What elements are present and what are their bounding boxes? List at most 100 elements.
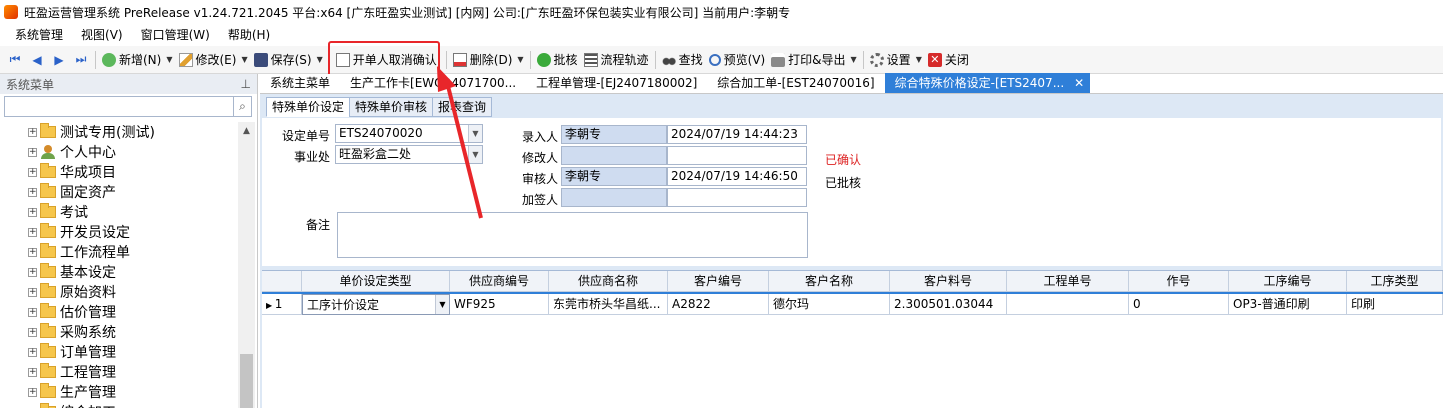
preview-button[interactable]: 预览(V) <box>706 49 769 71</box>
expand-icon[interactable]: + <box>28 167 37 177</box>
grid-column-header[interactable]: 作号 <box>1129 271 1229 292</box>
menu-view[interactable]: 视图(V) <box>72 25 132 45</box>
last-record-icon[interactable]: ⏭ <box>70 49 92 71</box>
modify-user-field[interactable] <box>561 146 667 165</box>
sub-tab[interactable]: 特殊单价审核 <box>349 97 434 117</box>
doc-tab[interactable]: 工程单管理-[EJ2407180002] <box>526 73 707 93</box>
approve-button[interactable]: 批核 <box>534 49 581 71</box>
grid-column-header[interactable] <box>262 271 302 292</box>
print-button[interactable]: 打印&导出 <box>768 49 848 71</box>
audit-time-field[interactable]: 2024/07/19 14:46:50 <box>667 167 807 186</box>
expand-icon[interactable]: + <box>28 307 37 317</box>
grid-column-header[interactable]: 客户名称 <box>769 271 890 292</box>
menu-tree-scrollbar[interactable]: ▲ <box>238 122 255 408</box>
entry-time-field[interactable]: 2024/07/19 14:44:23 <box>667 125 807 144</box>
new-button[interactable]: 新增(N) <box>99 49 164 71</box>
audit-user-field[interactable]: 李朝专 <box>561 167 667 186</box>
grid-cell[interactable]: A2822 <box>668 294 769 315</box>
doc-tab[interactable]: 综合特殊价格设定-[ETS2407... ✕ <box>884 73 1091 93</box>
code-dropdown-icon[interactable]: ▼ <box>468 125 482 142</box>
expand-icon[interactable]: + <box>28 327 37 337</box>
grid-column-header[interactable]: 供应商编号 <box>450 271 549 292</box>
flow-button[interactable]: 流程轨迹 <box>581 49 652 71</box>
grid-column-header[interactable]: 工程单号 <box>1007 271 1129 292</box>
expand-icon[interactable]: + <box>28 207 37 217</box>
expand-icon[interactable]: + <box>28 367 37 377</box>
sidebar-item[interactable]: +综合加工 <box>0 402 238 408</box>
doc-tab[interactable]: 生产工作卡[EWO24071700... <box>340 73 526 93</box>
sub-tab[interactable]: 特殊单价设定 <box>266 97 351 117</box>
save-dropdown-icon[interactable]: ▼ <box>317 55 323 64</box>
sign-user-field[interactable] <box>561 188 667 207</box>
sidebar-item[interactable]: + 华成项目 <box>0 162 238 182</box>
grid-column-header[interactable]: 工序编号 <box>1229 271 1347 292</box>
delete-dropdown-icon[interactable]: ▼ <box>517 55 523 64</box>
find-button[interactable]: 查找 <box>659 49 706 71</box>
first-record-icon[interactable]: ⏮ <box>4 49 26 71</box>
grid-column-header[interactable]: 工序类型 <box>1347 271 1443 292</box>
next-record-icon[interactable]: ▶ <box>48 49 70 71</box>
expand-icon[interactable]: + <box>28 147 37 157</box>
cancel-confirm-button[interactable]: 开单人取消确认 <box>327 40 440 82</box>
pin-icon[interactable]: ⊥ <box>241 77 251 91</box>
scroll-thumb[interactable] <box>240 354 253 408</box>
sidebar-item[interactable]: + 生产管理 <box>0 382 238 402</box>
expand-icon[interactable]: + <box>28 387 37 397</box>
scroll-up-icon[interactable]: ▲ <box>238 122 255 139</box>
sidebar-item[interactable]: + 工程管理 <box>0 362 238 382</box>
sidebar-item[interactable]: + 工作流程单 <box>0 242 238 262</box>
delete-button[interactable]: 删除(D) <box>450 49 516 71</box>
expand-icon[interactable]: + <box>28 247 37 257</box>
grid-column-header[interactable]: 单价设定类型 <box>302 271 450 292</box>
doc-tab[interactable]: 系统主菜单 <box>260 73 340 93</box>
menu-window[interactable]: 窗口管理(W) <box>132 25 219 45</box>
expand-icon[interactable]: + <box>28 227 37 237</box>
sidebar-item[interactable]: + 考试 <box>0 202 238 222</box>
sidebar-item[interactable]: + 固定资产 <box>0 182 238 202</box>
grid-cell[interactable]: WF925 <box>450 294 549 315</box>
dept-field[interactable]: 旺盈彩盒二处 ▼ <box>335 145 483 164</box>
price-type-dropdown-icon[interactable]: ▼ <box>435 295 449 314</box>
sidebar-item[interactable]: + 基本设定 <box>0 262 238 282</box>
edit-dropdown-icon[interactable]: ▼ <box>241 55 247 64</box>
sidebar-item[interactable]: + 开发员设定 <box>0 222 238 242</box>
menu-help[interactable]: 帮助(H) <box>219 25 279 45</box>
prev-record-icon[interactable]: ◀ <box>26 49 48 71</box>
close-button[interactable]: ✕ 关闭 <box>925 49 972 71</box>
search-icon[interactable]: ⌕ <box>233 97 251 116</box>
expand-icon[interactable]: + <box>28 287 37 297</box>
grid-cell[interactable]: 0 <box>1129 294 1229 315</box>
expand-icon[interactable]: + <box>28 347 37 357</box>
grid-column-header[interactable]: 客户编号 <box>668 271 769 292</box>
sidebar-item[interactable]: + 原始资料 <box>0 282 238 302</box>
menu-search-input[interactable]: ⌕ <box>4 96 252 117</box>
sidebar-item[interactable]: + 估价管理 <box>0 302 238 322</box>
print-dropdown-icon[interactable]: ▼ <box>851 55 857 64</box>
sidebar-item[interactable]: + 个人中心 <box>0 142 238 162</box>
expand-icon[interactable]: + <box>28 267 37 277</box>
sidebar-item[interactable]: + 测试专用(测试) <box>0 122 238 142</box>
grid-column-header[interactable]: 客户料号 <box>890 271 1007 292</box>
grid-cell[interactable]: ▶ 1 <box>262 294 302 315</box>
table-row[interactable]: ▶ 1 工序计价设定 ▼ WF925 东莞市桥头华昌纸... A2822 德尔玛 2.3005… <box>262 292 1443 315</box>
sidebar-item[interactable]: + 订单管理 <box>0 342 238 362</box>
settings-button[interactable]: 设置 <box>867 49 914 71</box>
grid-cell[interactable]: 德尔玛 <box>769 294 890 315</box>
remark-textarea[interactable] <box>337 212 808 258</box>
entry-user-field[interactable]: 李朝专 <box>561 125 667 144</box>
grid-cell[interactable]: 东莞市桥头华昌纸... <box>549 294 668 315</box>
grid-cell[interactable]: OP3-普通印刷 <box>1229 294 1347 315</box>
grid-cell[interactable]: 印刷 <box>1347 294 1443 315</box>
sign-time-field[interactable] <box>667 188 807 207</box>
dept-dropdown-icon[interactable]: ▼ <box>468 146 482 163</box>
grid-cell[interactable]: 2.300501.03044 <box>890 294 1007 315</box>
expand-icon[interactable]: + <box>28 127 37 137</box>
sub-tab[interactable]: 报表查询 <box>432 97 493 117</box>
grid-cell[interactable] <box>1007 294 1129 315</box>
doc-tab[interactable]: 综合加工单-[EST24070016] <box>707 73 884 93</box>
grid-column-header[interactable]: 供应商名称 <box>549 271 668 292</box>
grid-cell[interactable]: 工序计价设定 ▼ <box>302 294 450 315</box>
menu-system[interactable]: 系统管理 <box>6 25 72 45</box>
settings-dropdown-icon[interactable]: ▼ <box>916 55 922 64</box>
new-dropdown-icon[interactable]: ▼ <box>166 55 172 64</box>
